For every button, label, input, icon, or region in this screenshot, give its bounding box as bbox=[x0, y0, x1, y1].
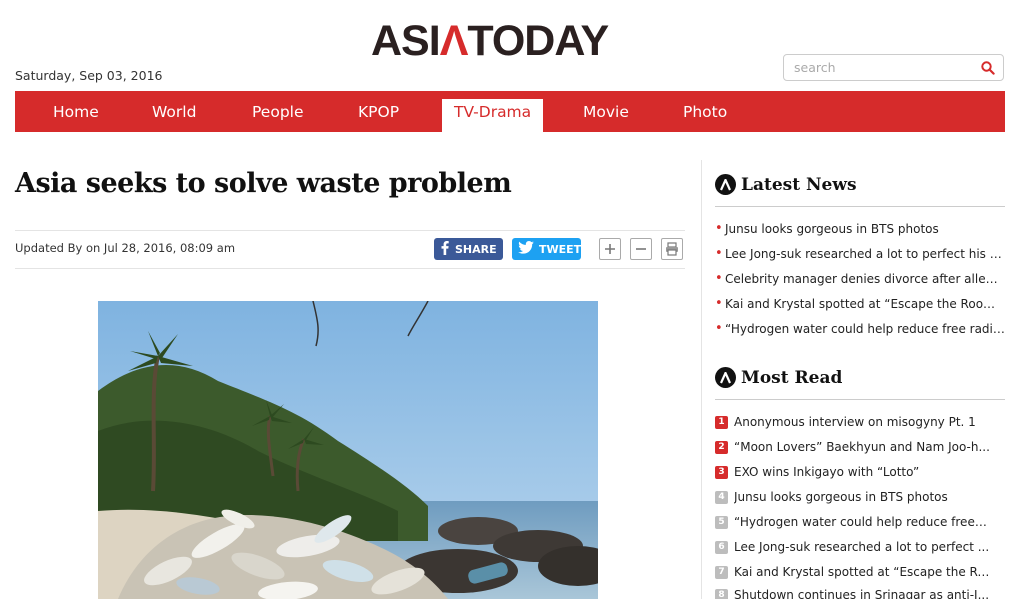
twitter-icon bbox=[518, 241, 534, 257]
site-logo[interactable]: ASIΛTODAY bbox=[371, 17, 609, 65]
print-button[interactable] bbox=[661, 238, 683, 260]
most-read-item[interactable]: 2 “Moon Lovers” Baekhyun and Nam Joo-h... bbox=[715, 440, 990, 454]
facebook-share-button[interactable]: SHARE bbox=[434, 238, 503, 260]
most-read-item-text: EXO wins Inkigayo with “Lotto” bbox=[734, 465, 920, 479]
latest-news-item[interactable]: “Hydrogen water could help reduce free r… bbox=[715, 322, 1005, 336]
most-read-item-text: Shutdown continues in Srinagar as anti-I… bbox=[734, 588, 990, 599]
printer-icon bbox=[666, 242, 678, 256]
font-increase-button[interactable] bbox=[599, 238, 621, 260]
nav-item-movie[interactable]: Movie bbox=[583, 91, 629, 132]
column-divider bbox=[701, 160, 702, 599]
most-read-item[interactable]: 7 Kai and Krystal spotted at “Escape the … bbox=[715, 565, 990, 579]
nav-item-kpop[interactable]: KPOP bbox=[358, 91, 399, 132]
rank-badge: 4 bbox=[715, 490, 728, 504]
most-read-item-text: “Hydrogen water could help reduce free r… bbox=[734, 515, 990, 529]
most-read-item-text: Lee Jong-suk researched a lot to perfect… bbox=[734, 540, 990, 554]
search-box[interactable] bbox=[783, 54, 1004, 81]
latest-news-item[interactable]: Kai and Krystal spotted at “Escape the R… bbox=[715, 297, 1005, 311]
beach-waste-photo bbox=[98, 301, 598, 599]
nav-item-home[interactable]: Home bbox=[53, 91, 99, 132]
most-read-item-text: “Moon Lovers” Baekhyun and Nam Joo-h... bbox=[734, 440, 990, 454]
rank-badge: 1 bbox=[715, 415, 728, 429]
most-read-item-text: Junsu looks gorgeous in BTS photos bbox=[734, 490, 948, 504]
tweet-label: TWEET bbox=[539, 242, 582, 256]
plus-icon bbox=[605, 244, 615, 254]
most-read-item-text: Kai and Krystal spotted at “Escape the R… bbox=[734, 565, 990, 579]
main-nav: Home World People KPOP TV-Drama Movie Ph… bbox=[15, 91, 1005, 132]
brand-a-icon bbox=[715, 367, 736, 388]
latest-news-item[interactable]: Junsu looks gorgeous in BTS photos bbox=[715, 222, 1005, 236]
rank-badge: 7 bbox=[715, 565, 728, 579]
logo-text-right: TODAY bbox=[467, 17, 609, 65]
logo-mark: Λ bbox=[439, 17, 469, 65]
rank-badge: 2 bbox=[715, 440, 728, 454]
most-read-item[interactable]: 4 Junsu looks gorgeous in BTS photos bbox=[715, 490, 990, 504]
article-photo bbox=[98, 301, 598, 599]
nav-item-people[interactable]: People bbox=[252, 91, 304, 132]
nav-item-tv-drama[interactable]: TV-Drama bbox=[442, 99, 544, 132]
facebook-icon bbox=[441, 240, 449, 258]
brand-a-icon bbox=[715, 174, 736, 195]
most-read-item[interactable]: 5 “Hydrogen water could help reduce free … bbox=[715, 515, 990, 529]
twitter-tweet-button[interactable]: TWEET bbox=[512, 238, 581, 260]
search-input[interactable] bbox=[794, 60, 979, 75]
current-date: Saturday, Sep 03, 2016 bbox=[15, 68, 163, 83]
article-headline: Asia seeks to solve waste problem bbox=[15, 168, 512, 199]
latest-news-item[interactable]: Lee Jong-suk researched a lot to perfect… bbox=[715, 247, 1005, 261]
most-read-title: Most Read bbox=[741, 367, 843, 388]
nav-item-world[interactable]: World bbox=[152, 91, 196, 132]
share-label: SHARE bbox=[455, 242, 497, 256]
latest-news-title: Latest News bbox=[741, 174, 857, 195]
most-read-item[interactable]: 8 Shutdown continues in Srinagar as anti-… bbox=[715, 588, 990, 599]
divider bbox=[715, 399, 1005, 400]
most-read-item[interactable]: 1 Anonymous interview on misogyny Pt. 1 bbox=[715, 415, 990, 429]
logo-text-left: ASI bbox=[371, 17, 441, 65]
rank-badge: 5 bbox=[715, 515, 728, 529]
nav-item-photo[interactable]: Photo bbox=[683, 91, 727, 132]
rank-badge: 6 bbox=[715, 540, 728, 554]
minus-icon bbox=[636, 248, 646, 250]
most-read-item[interactable]: 3 EXO wins Inkigayo with “Lotto” bbox=[715, 465, 990, 479]
divider bbox=[715, 206, 1005, 207]
latest-news-heading: Latest News bbox=[715, 174, 857, 195]
font-decrease-button[interactable] bbox=[630, 238, 652, 260]
divider bbox=[15, 230, 685, 231]
divider bbox=[15, 268, 685, 269]
most-read-item[interactable]: 6 Lee Jong-suk researched a lot to perfec… bbox=[715, 540, 990, 554]
rank-badge: 3 bbox=[715, 465, 728, 479]
search-icon[interactable] bbox=[979, 59, 997, 77]
latest-news-item[interactable]: Celebrity manager denies divorce after a… bbox=[715, 272, 1005, 286]
most-read-heading: Most Read bbox=[715, 367, 842, 388]
most-read-item-text: Anonymous interview on misogyny Pt. 1 bbox=[734, 415, 976, 429]
rank-badge: 8 bbox=[715, 588, 728, 599]
article-byline: Updated By on Jul 28, 2016, 08:09 am bbox=[15, 241, 236, 255]
